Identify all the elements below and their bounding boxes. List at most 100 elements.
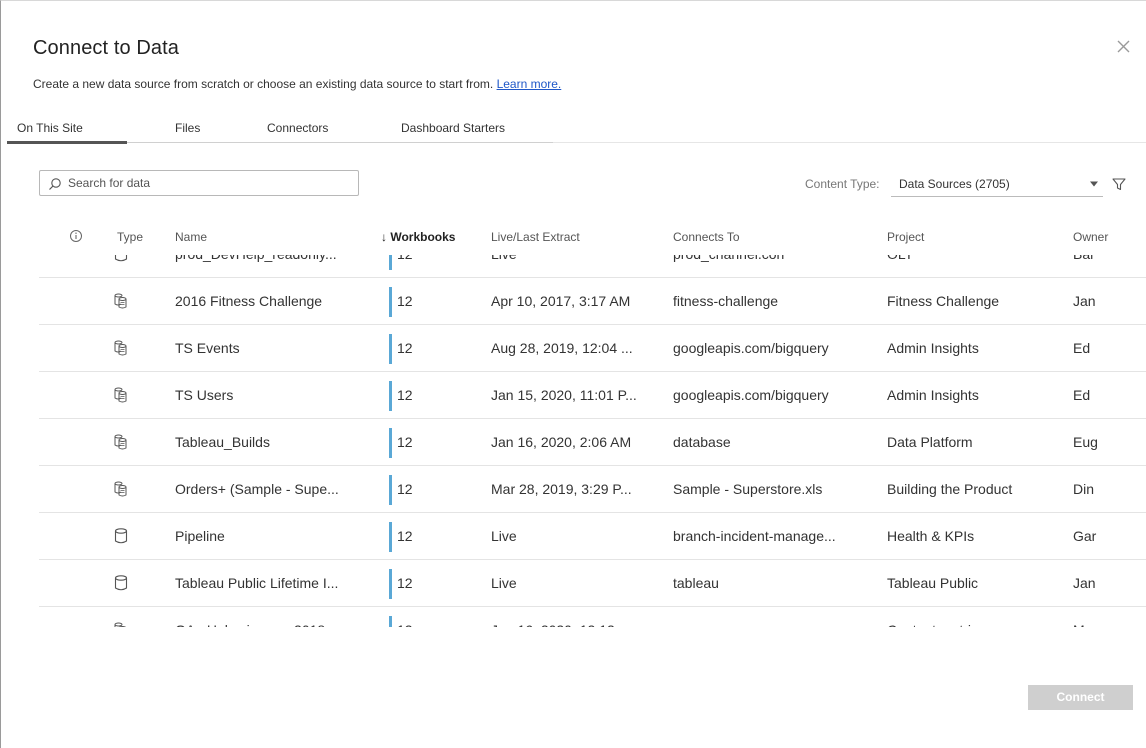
workbook-count-bar xyxy=(389,569,392,599)
name-cell: TS Users xyxy=(175,387,234,403)
workbooks-column-header[interactable]: ↓ Workbooks xyxy=(381,230,455,244)
project-cell: Tableau Public xyxy=(887,575,979,591)
live-extract-cell: Jan 16, 2020, 12:12 ... xyxy=(491,622,667,627)
owner-cell: Jan xyxy=(1073,575,1096,591)
workbooks-cell: 12 xyxy=(397,340,413,356)
project-cell: Admin Insights xyxy=(887,340,979,356)
name-cell: Tableau Public Lifetime I... xyxy=(175,575,339,591)
table-row[interactable]: Tableau_Builds 12 Jan 16, 2020, 2:06 AM da… xyxy=(39,419,1146,466)
subtitle-text: Create a new data source from scratch or… xyxy=(33,77,494,91)
workbook-count-bar xyxy=(389,255,392,270)
connects-to-cell: branch-incident-manage... xyxy=(673,528,836,544)
table-row[interactable]: Tableau Public Lifetime I... 12 Live tablea… xyxy=(39,560,1146,607)
name-cell: Pipeline xyxy=(175,528,225,544)
multi-source-icon xyxy=(111,385,131,405)
info-column-header[interactable] xyxy=(69,229,83,246)
project-cell: Admin Insights xyxy=(887,387,979,403)
connects-to-cell: prod_channel.con xyxy=(673,255,869,262)
content-type-label: Content Type: xyxy=(805,177,880,191)
close-icon xyxy=(1117,40,1130,53)
name-cell: GA - Help views - v2018 xyxy=(175,622,367,627)
filter-icon xyxy=(1112,178,1126,191)
table-row[interactable]: Orders+ (Sample - Supe... 12 Mar 28, 2019,… xyxy=(39,466,1146,513)
connect-button[interactable]: Connect xyxy=(1028,685,1133,710)
tab-label: Dashboard Starters xyxy=(401,121,506,135)
workbooks-cell: 12 xyxy=(397,528,413,544)
table-row[interactable]: GA - Help views - v2018 12 Jan 16, 2020, 1… xyxy=(39,607,1146,627)
live-extract-column-header[interactable]: Live/Last Extract xyxy=(491,230,580,244)
live-extract-cell: Jan 15, 2020, 11:01 P... xyxy=(491,387,637,403)
table-row[interactable]: Pipeline 12 Live branch-incident-manage... H… xyxy=(39,513,1146,560)
connects-to-cell: googleapis.com/bigquery xyxy=(673,340,829,356)
search-box[interactable] xyxy=(39,170,359,196)
workbooks-cell: 12 xyxy=(397,575,413,591)
tab-label: On This Site xyxy=(17,121,83,135)
multi-source-icon xyxy=(111,291,131,311)
live-extract-cell: Live xyxy=(491,528,517,544)
project-cell: Health & KPIs xyxy=(887,528,975,544)
table-row[interactable]: TS Users 12 Jan 15, 2020, 11:01 P... google… xyxy=(39,372,1146,419)
name-cell: Tableau_Builds xyxy=(175,434,270,450)
tab-connectors[interactable]: Connectors xyxy=(267,119,347,143)
workbooks-cell: 12 xyxy=(397,387,413,403)
workbooks-cell: 12 xyxy=(397,622,437,627)
table-row[interactable]: 2016 Fitness Challenge 12 Apr 10, 2017, 3:… xyxy=(39,278,1146,325)
name-cell: 2016 Fitness Challenge xyxy=(175,293,323,309)
database-icon xyxy=(111,526,131,546)
project-column-header[interactable]: Project xyxy=(887,230,924,244)
learn-more-link[interactable]: Learn more. xyxy=(497,77,562,91)
live-extract-cell: Jan 16, 2020, 2:06 AM xyxy=(491,434,632,450)
search-input[interactable] xyxy=(68,175,348,191)
data-source-table[interactable]: prod_DevHelp_readonly... 12 Live prod_chann… xyxy=(39,255,1146,627)
workbook-count-bar xyxy=(389,381,392,411)
workbook-count-bar xyxy=(389,428,392,458)
project-cell: Data Platform xyxy=(887,434,973,450)
type-column-header[interactable]: Type xyxy=(117,230,143,244)
connects-to-cell: Sample - Superstore.xls xyxy=(673,481,823,497)
name-cell: prod_DevHelp_readonly... xyxy=(175,255,367,262)
live-extract-cell: Apr 10, 2017, 3:17 AM xyxy=(491,293,631,309)
tab-label: Connectors xyxy=(267,121,329,135)
chevron-down-icon xyxy=(1090,181,1098,187)
multi-source-icon xyxy=(111,479,131,499)
table-row[interactable]: prod_DevHelp_readonly... 12 Live prod_chann… xyxy=(39,255,1146,278)
live-extract-cell: Live xyxy=(491,255,667,262)
name-cell: Orders+ (Sample - Supe... xyxy=(175,481,339,497)
connects-to-cell: fitness-challenge xyxy=(673,293,779,309)
connects-to-cell: tableau xyxy=(673,575,719,591)
table-row[interactable]: TS Events 12 Aug 28, 2019, 12:04 ... google… xyxy=(39,325,1146,372)
close-button[interactable] xyxy=(1112,35,1136,59)
database-icon xyxy=(111,573,131,593)
content-type-select[interactable]: Data Sources (2705) xyxy=(891,169,1103,197)
owner-cell: Mar xyxy=(1073,622,1113,627)
workbooks-cell: 12 xyxy=(397,434,413,450)
project-cell: Fitness Challenge xyxy=(887,293,1000,309)
database-icon xyxy=(111,255,131,264)
workbook-count-bar xyxy=(389,334,392,364)
name-column-header[interactable]: Name xyxy=(175,230,207,244)
live-extract-cell: Live xyxy=(491,575,517,591)
owner-cell: Din xyxy=(1073,481,1095,497)
owner-cell: Eug xyxy=(1073,434,1098,450)
live-extract-cell: Aug 28, 2019, 12:04 ... xyxy=(491,340,633,356)
owner-cell: Ed xyxy=(1073,387,1091,403)
connects-to-column-header[interactable]: Connects To xyxy=(673,230,740,244)
tab-dashboard-starters[interactable]: Dashboard Starters xyxy=(401,119,531,143)
workbook-count-bar xyxy=(389,475,392,505)
info-icon xyxy=(70,230,82,242)
owner-column-header[interactable]: Owner xyxy=(1073,230,1108,244)
workbooks-cell: 12 xyxy=(397,481,413,497)
workbook-count-bar xyxy=(389,522,392,552)
content-type-value: Data Sources (2705) xyxy=(899,177,1010,191)
tab-label: Files xyxy=(175,121,201,135)
tab-on-this-site[interactable]: On This Site xyxy=(7,119,127,144)
search-icon xyxy=(49,178,61,190)
project-cell: OLT xyxy=(887,255,1067,262)
project-cell: Content metrics xyxy=(887,622,1067,627)
dialog-subtitle: Create a new data source from scratch or… xyxy=(33,77,561,91)
tab-divider xyxy=(553,142,1146,143)
workbook-count-bar xyxy=(389,616,392,627)
tab-files[interactable]: Files xyxy=(175,119,215,143)
filter-button[interactable] xyxy=(1111,176,1127,192)
connects-to-cell: database xyxy=(673,434,731,450)
